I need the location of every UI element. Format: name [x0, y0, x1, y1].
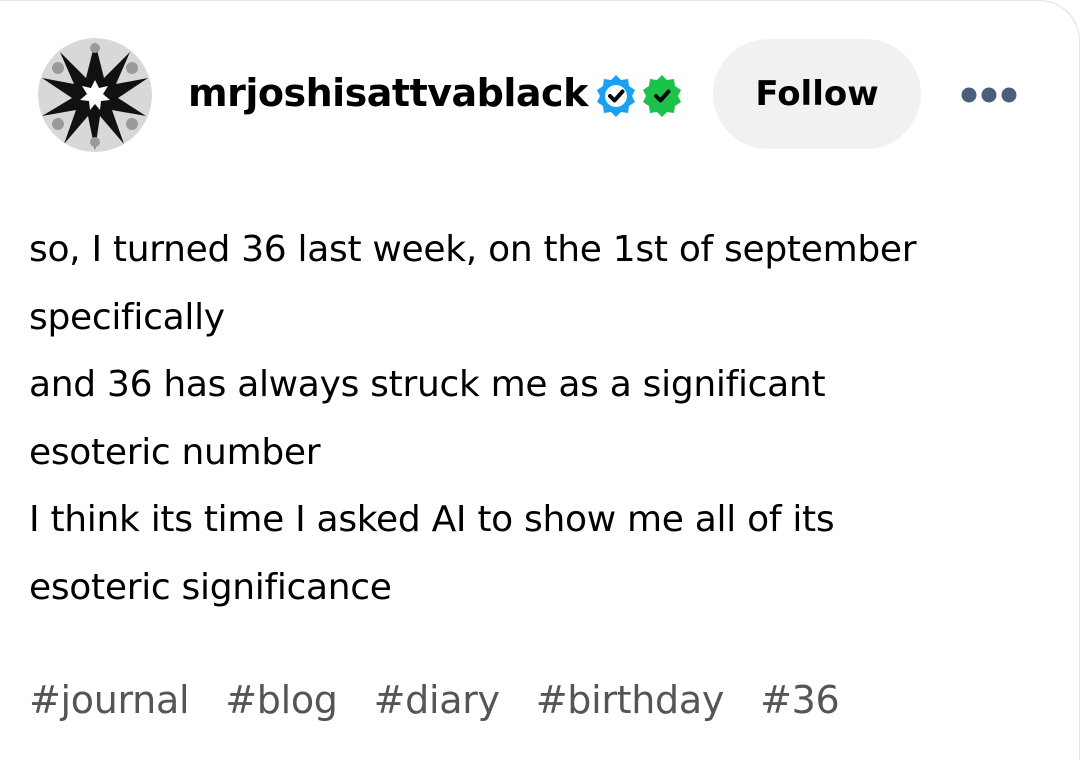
post-body: so, I turned 36 last week, on the 1st of… [29, 216, 1049, 621]
post-text-line: esoteric significance [29, 566, 392, 608]
tag-link[interactable]: #birthday [536, 672, 725, 728]
blue-verified-badge-icon [597, 75, 635, 117]
verification-badges [594, 73, 686, 117]
post-text-line: and 36 has always struck me as a signifi… [29, 364, 826, 405]
tag-link[interactable]: #diary [374, 672, 500, 728]
avatar[interactable] [38, 38, 152, 152]
post-text-line: specifically [29, 296, 225, 338]
username[interactable]: mrjoshisattvablack [188, 69, 588, 117]
post-header: mrjoshisattvablack Follow [38, 38, 1040, 152]
tag-link[interactable]: #journal [29, 672, 190, 728]
post-text-line: I think its time I asked AI to show me a… [29, 499, 835, 540]
more-options-icon[interactable] [960, 86, 1018, 104]
post-text-line: esoteric number [29, 431, 321, 473]
avatar-image [38, 38, 152, 152]
tag-link[interactable]: #36 [760, 672, 840, 728]
tag-link[interactable]: #blog [225, 672, 338, 728]
post-tags: #journal #blog #diary #birthday #36 [29, 672, 840, 728]
follow-button[interactable]: Follow [713, 39, 921, 149]
post-card: mrjoshisattvablack Follow so, I turned 3… [0, 0, 1080, 760]
post-text-line: so, I turned 36 last week, on the 1st of… [29, 229, 917, 270]
green-verified-badge-icon [643, 75, 681, 117]
